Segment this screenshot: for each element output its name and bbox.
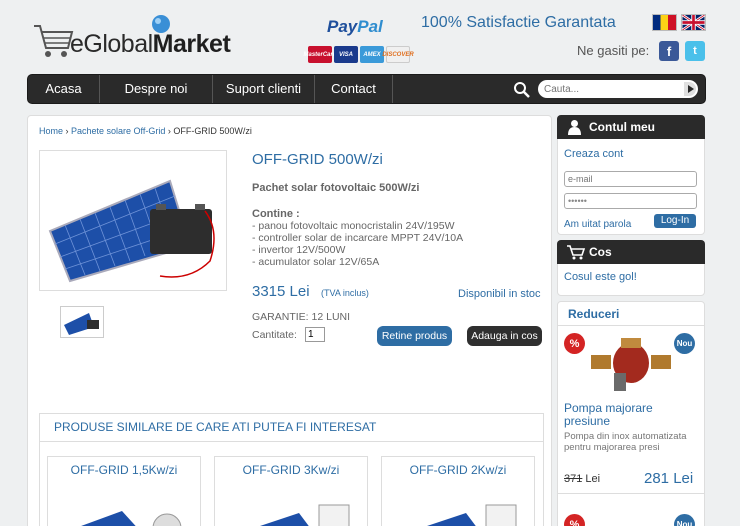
forgot-password-link[interactable]: Am uitat parola [564, 219, 631, 230]
satisfaction-banner: 100% Satisfactie Garantata [421, 14, 616, 31]
cart-title: Cos [589, 245, 612, 259]
breadcrumb-home[interactable]: Home [39, 126, 63, 136]
discounted-price: 281 Lei [644, 470, 694, 487]
old-price: 371 Lei [564, 473, 601, 485]
breadcrumb-current: OFF-GRID 500W/zi [173, 126, 252, 136]
romanian-flag-icon[interactable] [652, 14, 677, 31]
cart-icon [567, 245, 586, 260]
breadcrumb-category[interactable]: Pachete solare Off-Grid [71, 126, 165, 136]
warranty-label: GARANTIE: 12 LUNI [252, 311, 351, 323]
promo-product-description: Pompa din inox automatizata pentru major… [564, 431, 687, 453]
promo-product-title[interactable]: Pompa majorare presiune [564, 402, 699, 428]
account-title: Contul meu [589, 120, 655, 134]
password-field[interactable] [564, 193, 697, 209]
product-spec: - controller solar de incarcare MPPT 24V… [252, 232, 464, 244]
product-price: 3315 Lei [252, 283, 310, 300]
user-icon [568, 120, 581, 135]
nav-suport-clienti[interactable]: Suport clienti [213, 75, 315, 103]
similar-product-name[interactable]: OFF-GRID 3Kw/zi [215, 463, 367, 477]
find-us-label: Ne gasiti pe: [577, 43, 650, 58]
similar-product-name[interactable]: OFF-GRID 2Kw/zi [382, 463, 534, 477]
paypal-logo: PayPal [327, 17, 383, 36]
logo-text-light: eGlobal [70, 30, 153, 58]
quantity-input[interactable] [305, 327, 325, 342]
product-thumbnail[interactable] [60, 306, 104, 338]
english-flag-icon[interactable] [681, 14, 706, 31]
product-contains-label: Contine : [252, 208, 300, 220]
quantity-label: Cantitate: [252, 329, 297, 341]
product-subtitle: Pachet solar fotovoltaic 500W/zi [252, 182, 420, 194]
twitter-icon[interactable]: t [685, 41, 705, 61]
search-input[interactable] [538, 80, 698, 98]
product-spec: - panou fotovoltaic monocristalin 24V/19… [252, 220, 455, 232]
visa-icon: VISA [334, 46, 358, 63]
similar-products-title: PRODUSE SIMILARE DE CARE ATI PUTEA FI IN… [54, 420, 377, 434]
discover-icon: DISCOVER [382, 46, 414, 63]
search-icon[interactable] [513, 81, 531, 99]
product-spec: - invertor 12V/500W [252, 244, 346, 256]
divider [558, 325, 704, 326]
create-account-link[interactable]: Creaza cont [564, 148, 623, 160]
nav-contact[interactable]: Contact [315, 75, 393, 103]
facebook-icon[interactable]: f [659, 41, 679, 61]
cart-empty-message: Cosul este gol! [564, 271, 637, 283]
divider [558, 493, 704, 494]
language-selector[interactable] [652, 14, 706, 31]
similar-product-card[interactable]: OFF-GRID 1,5Kw/zi [47, 456, 201, 526]
add-to-cart-button[interactable]: Adauga in cos [467, 326, 542, 346]
product-title: OFF-GRID 500W/zi [252, 151, 383, 168]
product-spec: - acumulator solar 12V/65A [252, 256, 380, 268]
product-image[interactable] [39, 150, 227, 291]
nav-despre-noi[interactable]: Despre noi [100, 75, 213, 103]
new-badge: Nou [674, 333, 695, 354]
similar-product-card[interactable]: OFF-GRID 3Kw/zi [214, 456, 368, 526]
cart-header: Cos [557, 240, 705, 264]
vat-note: (TVA inclus) [321, 288, 369, 298]
availability-status: Disponibil in stoc [458, 288, 541, 300]
email-field[interactable] [564, 171, 697, 187]
save-product-button[interactable]: Retine produs [377, 326, 452, 346]
logo[interactable]: eGlobalMarket [32, 14, 277, 64]
discounts-title: Reduceri [568, 307, 620, 321]
logo-text-bold: Market [152, 30, 231, 58]
pump-image[interactable] [586, 333, 676, 393]
nav-acasa[interactable]: Acasa [28, 75, 100, 103]
similar-product-name[interactable]: OFF-GRID 1,5Kw/zi [48, 463, 200, 477]
discount-badge: % [564, 333, 585, 354]
mastercard-icon: MasterCard [304, 46, 337, 63]
similar-product-card[interactable]: OFF-GRID 2Kw/zi [381, 456, 535, 526]
login-button[interactable]: Log-In [654, 214, 696, 228]
payment-cards: MasterCard VISA AMEX DISCOVER [304, 46, 414, 63]
account-header: Contul meu [557, 115, 705, 139]
amex-icon: AMEX [360, 46, 384, 63]
breadcrumb: Home › Pachete solare Off-Grid › OFF-GRI… [39, 126, 252, 136]
divider [40, 441, 543, 442]
